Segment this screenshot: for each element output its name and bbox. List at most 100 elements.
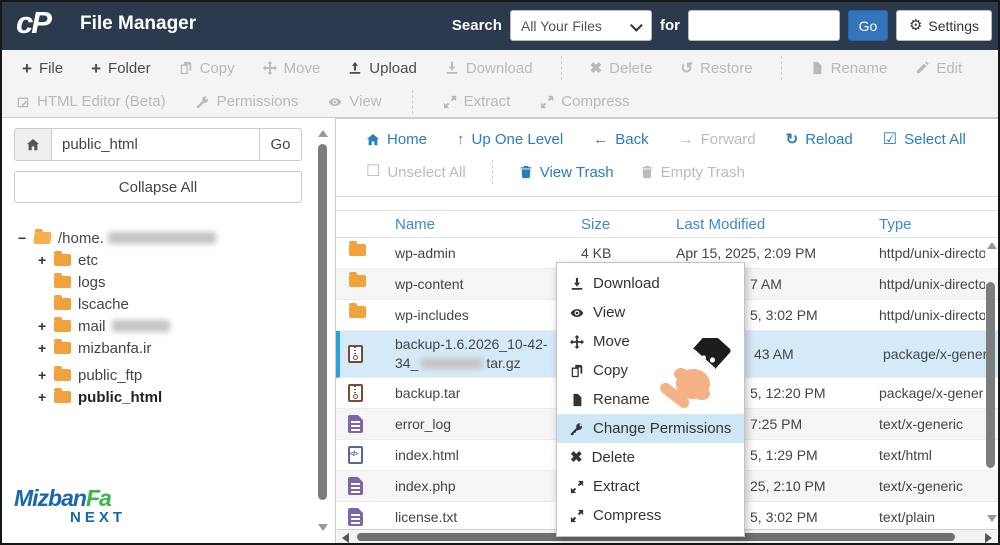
tree-item-lscache[interactable]: lscache <box>38 293 312 315</box>
file-type: text/plain <box>879 509 985 525</box>
file-name[interactable]: index.php <box>395 478 456 494</box>
menu-item-compress[interactable]: Compress <box>557 501 744 530</box>
column-header-name[interactable]: Name <box>395 216 435 233</box>
expand-toggle-icon[interactable]: + <box>38 318 53 334</box>
scroll-right-arrow-icon[interactable] <box>985 533 992 543</box>
back-arrow-icon: ← <box>593 132 608 147</box>
folder-icon <box>349 244 366 256</box>
nav-view-trash-button[interactable]: View Trash <box>519 164 614 181</box>
toolbar-restore-button[interactable]: ↺ Restore <box>681 60 753 77</box>
file-name[interactable]: wp-includes <box>395 307 469 323</box>
sidebar-scrollbar[interactable] <box>314 126 330 533</box>
toolbar-copy-button[interactable]: Copy <box>179 60 235 77</box>
toolbar-rename-button[interactable]: Rename <box>810 60 888 77</box>
expand-toggle-icon[interactable]: + <box>38 367 53 383</box>
scroll-down-arrow-icon[interactable] <box>318 524 328 531</box>
search-label: Search <box>452 17 502 34</box>
tree-item-home[interactable]: − /home. <box>18 227 312 249</box>
settings-button[interactable]: ⚙ Settings <box>896 10 992 41</box>
file-name[interactable]: wp-admin <box>395 245 456 261</box>
nav-label: Home <box>387 131 427 148</box>
scroll-up-arrow-icon[interactable] <box>987 242 997 249</box>
tree-item-public-html[interactable]: + public_html <box>38 386 312 408</box>
nav-home-button[interactable]: Home <box>366 131 427 148</box>
toolbar-upload-button[interactable]: Upload <box>348 60 417 77</box>
nav-label: Empty Trash <box>661 164 745 181</box>
toolbar-edit-button[interactable]: Edit <box>915 60 962 77</box>
menu-item-label: Rename <box>593 391 650 408</box>
search-input[interactable] <box>688 10 840 41</box>
menu-item-download[interactable]: Download <box>557 269 744 298</box>
expand-toggle-icon[interactable]: + <box>38 252 53 268</box>
plus-icon: + <box>91 60 101 77</box>
home-path-button[interactable] <box>14 128 52 161</box>
nav-select-all-button[interactable]: ☑ Select All <box>883 131 966 148</box>
nav-reload-button[interactable]: ↻ Reload <box>786 131 853 148</box>
toolbar-extract-button[interactable]: Extract <box>443 93 511 110</box>
nav-label: Select All <box>904 131 966 148</box>
column-header-last-modified[interactable]: Last Modified <box>676 216 765 233</box>
menu-item-view[interactable]: View <box>557 298 744 327</box>
path-go-button[interactable]: Go <box>260 128 302 161</box>
header-bar: cP File Manager Search All Your Files fo… <box>0 0 1000 50</box>
tree-item-mizbanfa-ir[interactable]: + mizbanfa.ir <box>38 337 312 359</box>
nav-up-one-level-button[interactable]: ↑ Up One Level <box>457 131 563 148</box>
toolbar-html-editor-button[interactable]: HTML Editor (Beta) <box>16 93 166 110</box>
menu-item-extract[interactable]: Extract <box>557 472 744 501</box>
tree-item-logs[interactable]: logs <box>38 271 312 293</box>
path-input[interactable] <box>52 128 260 161</box>
file-name[interactable]: backup.tar <box>395 385 460 401</box>
copy-icon <box>570 364 584 378</box>
expand-toggle-icon[interactable]: + <box>38 389 53 405</box>
file-name[interactable]: index.html <box>395 447 459 463</box>
tree-item-etc[interactable]: + etc <box>38 249 312 271</box>
nav-forward-button[interactable]: → Forward <box>679 131 756 148</box>
file-list-vertical-scrollbar[interactable] <box>983 236 997 528</box>
file-name[interactable]: license.txt <box>395 509 457 525</box>
collapse-all-button[interactable]: Collapse All <box>14 171 302 203</box>
scroll-down-arrow-icon[interactable] <box>987 515 997 522</box>
nav-back-button[interactable]: ← Back <box>593 131 648 148</box>
toolbar-label: Move <box>284 60 321 77</box>
file-name[interactable]: error_log <box>395 416 451 432</box>
file-name[interactable]: backup-1.6.2026_10-42-34_tar.gz <box>395 335 557 373</box>
tree-item-public-ftp[interactable]: + public_ftp <box>38 364 312 386</box>
toolbar-permissions-button[interactable]: Permissions <box>196 93 299 110</box>
toolbar-view-button[interactable]: View <box>328 93 381 110</box>
menu-item-rename[interactable]: Rename <box>557 385 744 414</box>
file-name[interactable]: wp-content <box>395 276 463 292</box>
toolbar-folder-button[interactable]: + Folder <box>91 60 150 77</box>
table-header: Name Size Last Modified Type <box>336 210 1000 238</box>
toolbar-delete-button[interactable]: ✖ Delete <box>590 60 653 77</box>
menu-item-change-permissions[interactable]: Change Permissions <box>557 414 744 443</box>
column-header-type[interactable]: Type <box>879 216 912 233</box>
collapse-toggle-icon[interactable]: − <box>18 230 33 246</box>
menu-item-move[interactable]: Move <box>557 327 744 356</box>
nav-label: Unselect All <box>387 164 465 181</box>
scroll-up-arrow-icon[interactable] <box>318 130 328 137</box>
tree-item-mail[interactable]: + mail <box>38 315 312 337</box>
search-go-button[interactable]: Go <box>848 10 888 41</box>
upload-icon <box>348 61 362 75</box>
toolbar-label: Download <box>466 60 533 77</box>
nav-empty-trash-button[interactable]: Empty Trash <box>640 164 745 181</box>
column-header-size[interactable]: Size <box>581 216 610 233</box>
toolbar-label: Compress <box>561 93 629 110</box>
tree-item-label: mail <box>78 318 106 335</box>
toolbar-label: Upload <box>369 60 417 77</box>
for-label: for <box>660 17 680 34</box>
scrollbar-thumb[interactable] <box>986 282 995 468</box>
expand-toggle-icon[interactable]: + <box>38 340 53 356</box>
nav-unselect-all-button[interactable]: ☐ Unselect All <box>366 164 466 181</box>
menu-item-delete[interactable]: ✖ Delete <box>557 443 744 472</box>
menu-item-label: Delete <box>592 449 635 466</box>
menu-item-copy[interactable]: Copy <box>557 356 744 385</box>
toolbar-download-button[interactable]: Download <box>445 60 533 77</box>
toolbar-compress-button[interactable]: Compress <box>540 93 629 110</box>
search-scope-select[interactable]: All Your Files <box>510 10 652 41</box>
scrollbar-thumb[interactable] <box>318 144 327 500</box>
scroll-left-arrow-icon[interactable] <box>342 533 349 543</box>
toolbar-file-button[interactable]: + File <box>22 60 63 77</box>
toolbar-move-button[interactable]: Move <box>263 60 321 77</box>
search-scope-wrap: All Your Files <box>510 10 652 41</box>
